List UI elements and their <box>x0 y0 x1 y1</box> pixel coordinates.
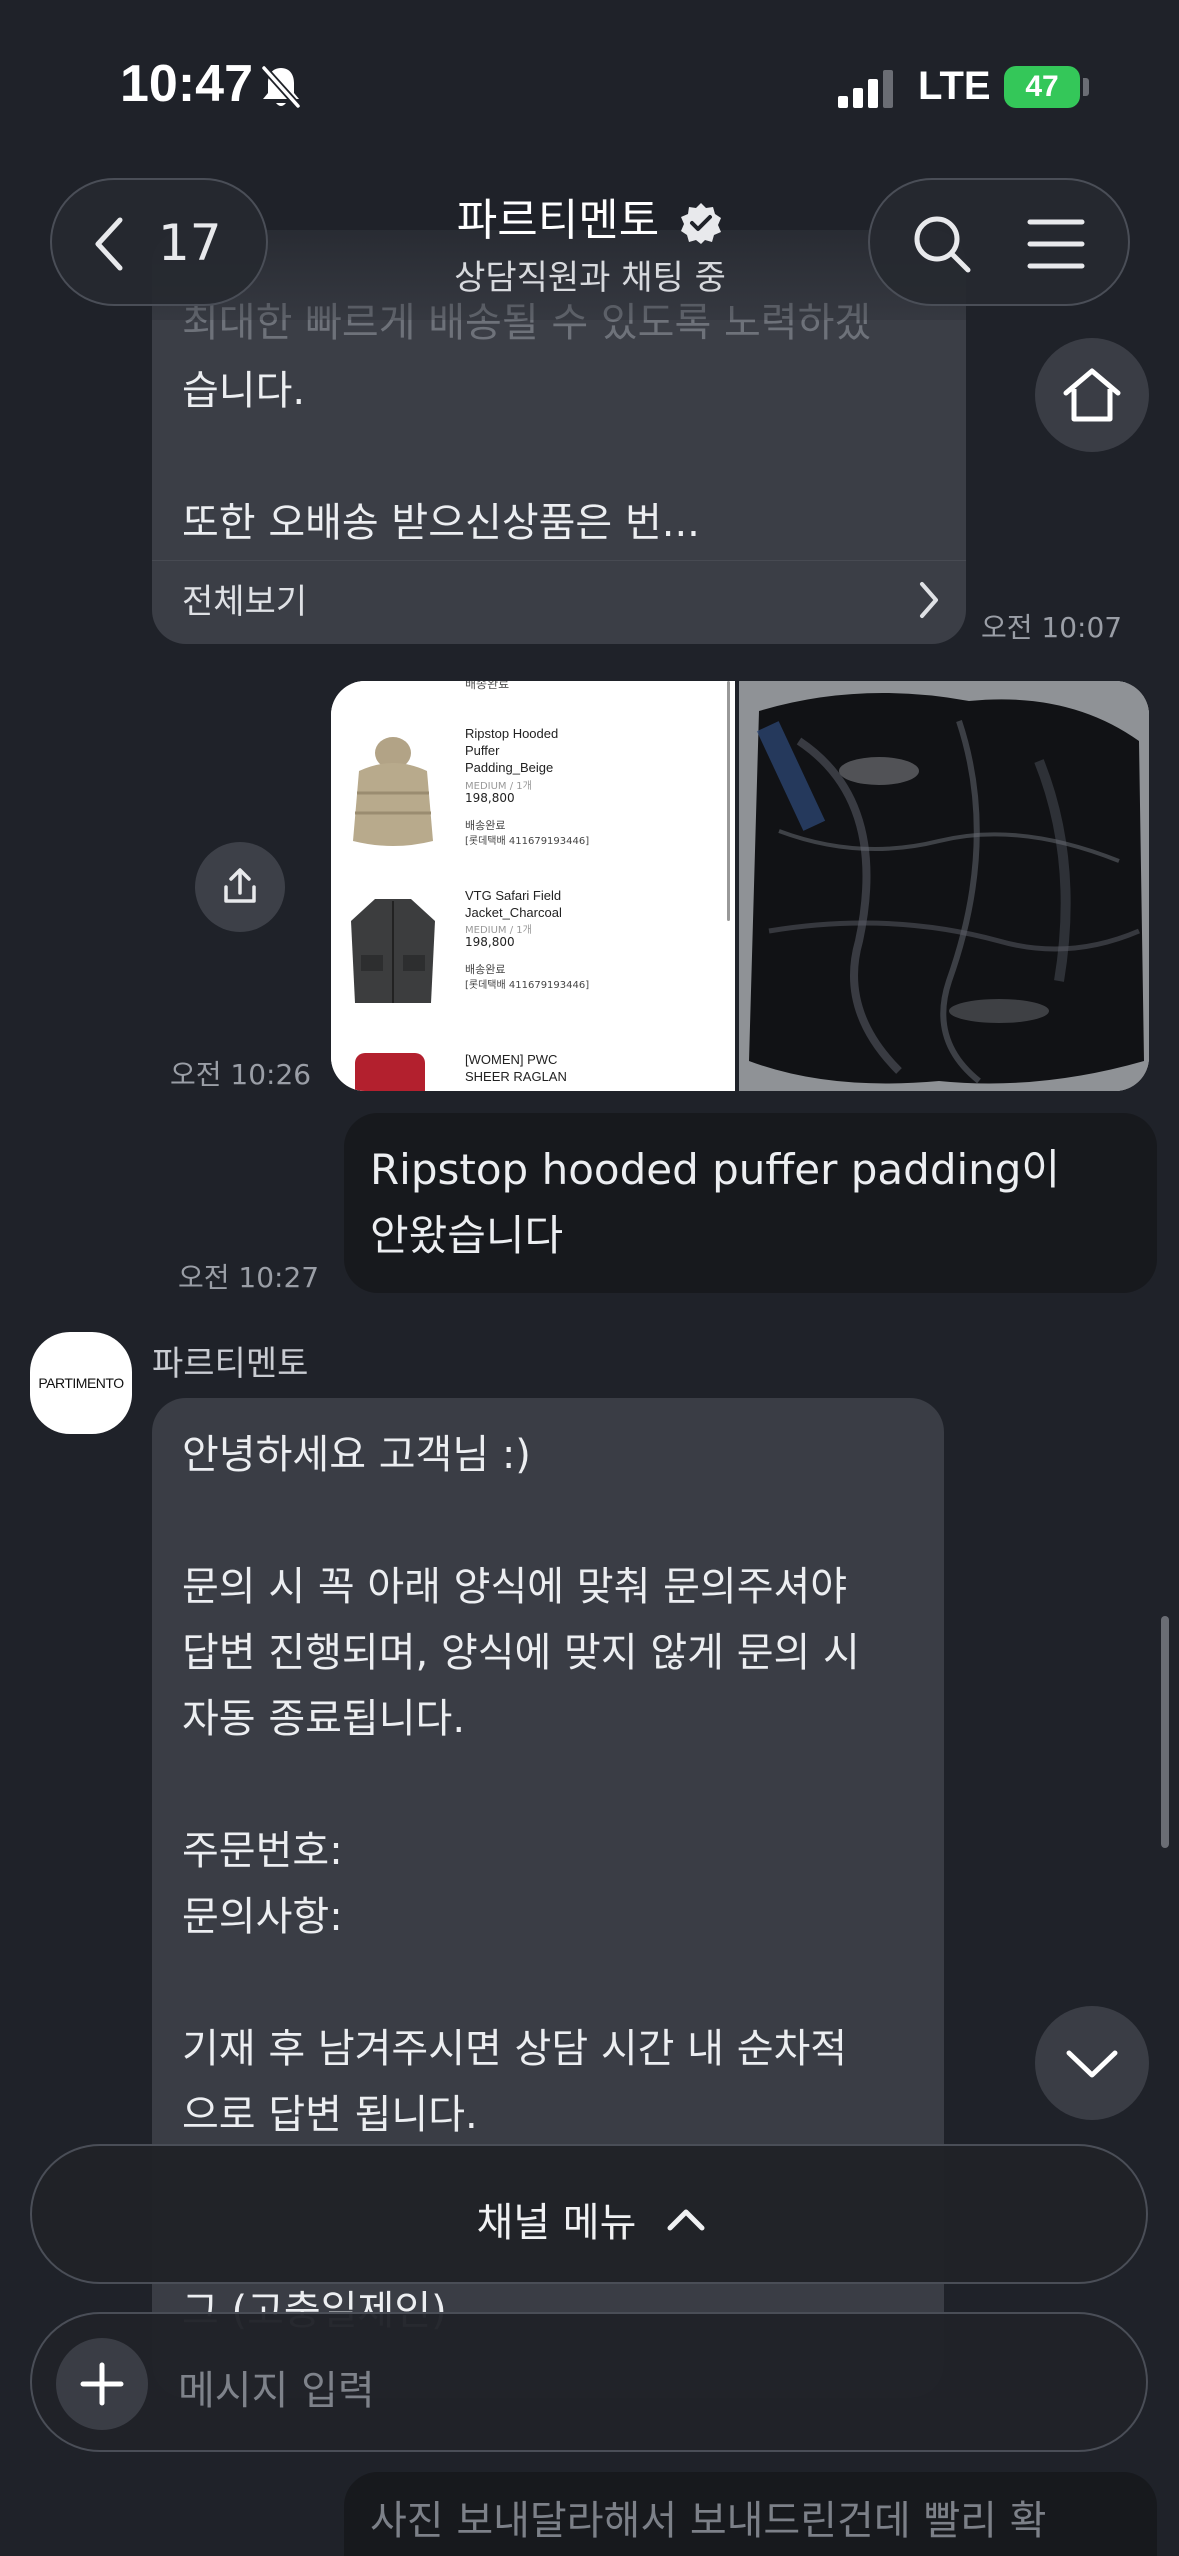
chevron-left-icon <box>92 214 126 274</box>
network-label: LTE <box>918 64 991 108</box>
back-button[interactable]: 17 <box>50 178 268 306</box>
product-photo-charcoal-jacket <box>345 891 441 1009</box>
product-tracking: [롯데택배 411679193446] <box>465 836 590 847</box>
chevron-right-icon <box>916 580 942 620</box>
product-name: Ripstop Hooded Puffer Padding_Beige <box>465 726 559 775</box>
message-line: 습니다. <box>182 368 306 414</box>
status-bar: 10:47 LTE 47 <box>0 0 1179 150</box>
message-time: 오전 10:27 <box>178 1261 320 1294</box>
channel-menu-button[interactable]: 채널 메뉴 <box>30 2144 1148 2284</box>
product-status: 배송완료 <box>465 963 506 976</box>
channel-name: 파르티멘토 <box>456 195 660 246</box>
avatar-logo-text: PARTIMENTO <box>38 1375 124 1391</box>
photo-black-jacket[interactable] <box>739 681 1149 1091</box>
battery-level: 47 <box>1025 70 1059 103</box>
chevron-down-icon <box>1065 2047 1119 2079</box>
product-tracking: [롯데택배 411679193446] <box>465 980 590 991</box>
product-option: MEDIUM / 1개 <box>465 925 532 936</box>
outgoing-message-text: Ripstop hooded puffer padding이 안왔습니다 <box>370 1145 1061 1260</box>
chat-title-area[interactable]: 파르티멘토 상담직원과 채팅 중 <box>380 184 800 304</box>
header-actions <box>868 178 1130 306</box>
page-subtitle: 상담직원과 채팅 중 <box>454 258 726 298</box>
bell-muted-icon <box>258 62 304 112</box>
product-price: 198,800 <box>465 791 515 805</box>
share-button[interactable] <box>195 842 285 932</box>
message-time: 오전 10:07 <box>981 611 1123 644</box>
hamburger-icon[interactable] <box>1026 216 1086 272</box>
message-line-truncated: 또한 오배송 받으신상품은 번... <box>182 500 700 546</box>
outgoing-message-bubble[interactable]: Ripstop hooded puffer padding이 안왔습니다 <box>344 1113 1157 1293</box>
home-icon <box>1062 367 1122 423</box>
product-option: MEDIUM / 1개 <box>465 781 532 792</box>
plus-icon <box>79 2361 125 2407</box>
battery-cap <box>1083 78 1089 96</box>
message-divider <box>152 560 966 561</box>
search-icon[interactable] <box>910 212 974 276</box>
signal-icon <box>838 70 896 108</box>
status-time: 10:47 <box>120 55 253 113</box>
add-attachment-button[interactable] <box>56 2338 148 2430</box>
unread-count: 17 <box>158 214 222 272</box>
message-composer: 메시지 입력 <box>30 2312 1148 2452</box>
message-input[interactable]: 메시지 입력 <box>178 2358 1078 2416</box>
scroll-down-button[interactable] <box>1035 2006 1149 2120</box>
see-more-link[interactable]: 전체보기 <box>152 562 966 642</box>
message-time: 오전 10:26 <box>170 1058 312 1091</box>
chevron-up-icon <box>666 2206 706 2232</box>
outgoing-message-text: 사진 보내달라해서 보내드린건데 빨리 확 <box>370 2498 1047 2544</box>
sender-name: 파르티멘토 <box>152 1344 309 1384</box>
agent-message-text: 안녕하세요 고객님 :) 문의 시 꼭 아래 양식에 맞춰 문의주셔야 답변 진… <box>182 1432 860 2138</box>
verified-badge-icon <box>679 201 723 245</box>
product-name: [WOMEN] PWC SHEER RAGLAN <box>465 1052 567 1084</box>
product-status: 배송완료 <box>465 681 510 691</box>
product-photo-beige-puffer <box>345 731 441 851</box>
home-button[interactable] <box>1035 338 1149 452</box>
page-title: 파르티멘토 <box>380 184 800 248</box>
product-list-image[interactable]: 배송완료 Ripstop Hooded Puffer Padding_Beige… <box>331 681 735 1091</box>
see-more-label: 전체보기 <box>182 582 308 622</box>
share-icon <box>218 865 262 909</box>
product-price: 198,800 <box>465 935 515 949</box>
avatar[interactable]: PARTIMENTO <box>30 1332 132 1434</box>
product-photo-red <box>355 1053 425 1091</box>
battery-icon: 47 <box>1004 66 1080 108</box>
channel-menu-content: 채널 메뉴 <box>32 2190 1150 2248</box>
scrollbar-thumb <box>727 681 730 921</box>
scroll-indicator[interactable] <box>1161 1616 1169 1848</box>
outgoing-message-bubble-cut[interactable]: 사진 보내달라해서 보내드린건데 빨리 확 <box>344 2472 1157 2556</box>
image-attachment[interactable]: 배송완료 Ripstop Hooded Puffer Padding_Beige… <box>331 681 1149 1091</box>
product-name: VTG Safari Field Jacket_Charcoal <box>465 888 562 920</box>
product-status: 배송완료 <box>465 819 506 832</box>
channel-menu-label: 채널 메뉴 <box>476 2200 637 2246</box>
